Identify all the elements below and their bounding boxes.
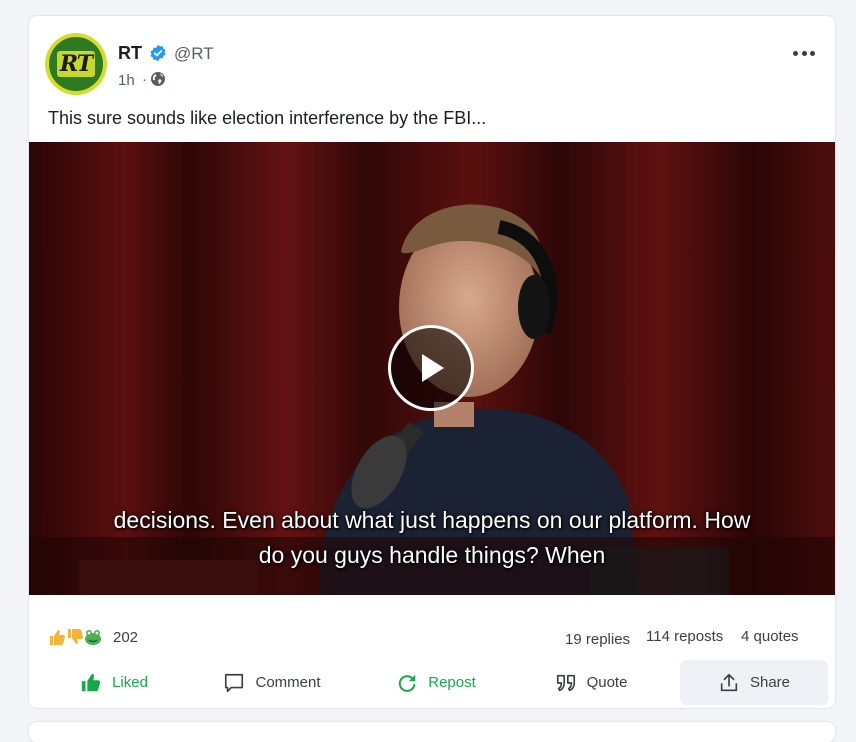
share-button[interactable]: Share: [680, 660, 828, 705]
thumbs-up-icon: [50, 630, 65, 645]
quote-label: Quote: [586, 674, 628, 691]
frog-icon: [85, 630, 101, 645]
more-dot-icon: [810, 50, 815, 56]
author-name[interactable]: RT: [118, 43, 142, 64]
like-label: Liked: [112, 674, 148, 691]
video-caption-line-2: do you guys handle things? When: [258, 542, 606, 568]
more-dot-icon: [793, 50, 798, 56]
author-handle[interactable]: @RT: [174, 44, 214, 64]
quotes-count[interactable]: 4 quotes: [741, 628, 799, 645]
reaction-count: 202: [113, 628, 139, 646]
verified-badge-icon: [150, 44, 166, 62]
play-icon: [422, 354, 444, 382]
replies-count[interactable]: 19 replies: [565, 631, 630, 648]
globe-icon: [151, 72, 165, 86]
author-avatar[interactable]: RT: [45, 33, 107, 95]
share-icon: [720, 673, 738, 691]
thumbs-up-filled-icon: [81, 673, 101, 691]
repost-button[interactable]: Repost: [381, 660, 491, 705]
reaction-summary[interactable]: 202: [47, 626, 138, 648]
post-text: This sure sounds like election interfere…: [48, 108, 487, 128]
play-button[interactable]: [388, 325, 474, 411]
comment-label: Comment: [255, 674, 321, 691]
avatar-logo-text: RT: [56, 51, 96, 77]
actions-divider: [47, 657, 817, 658]
next-post-card: [29, 722, 835, 742]
meta-separator: ·: [142, 71, 147, 88]
comment-icon: [225, 673, 244, 692]
repost-label: Repost: [428, 674, 476, 691]
video-caption-line-1: decisions. Even about what just happens …: [113, 507, 751, 533]
more-dot-icon: [801, 50, 807, 56]
post-card: RT RT @RT 1h · This sure sounds like ele…: [29, 16, 835, 708]
thumbs-down-icon: [68, 629, 83, 644]
quote-button[interactable]: Quote: [541, 660, 641, 705]
comment-button[interactable]: Comment: [207, 660, 337, 705]
quote-icon: [556, 674, 575, 691]
more-options-button[interactable]: [793, 44, 815, 62]
post-timestamp[interactable]: 1h: [118, 72, 135, 89]
reposts-count[interactable]: 114 reposts: [646, 628, 723, 645]
repost-icon: [399, 674, 416, 692]
share-label: Share: [749, 674, 791, 691]
like-button[interactable]: Liked: [59, 660, 169, 705]
